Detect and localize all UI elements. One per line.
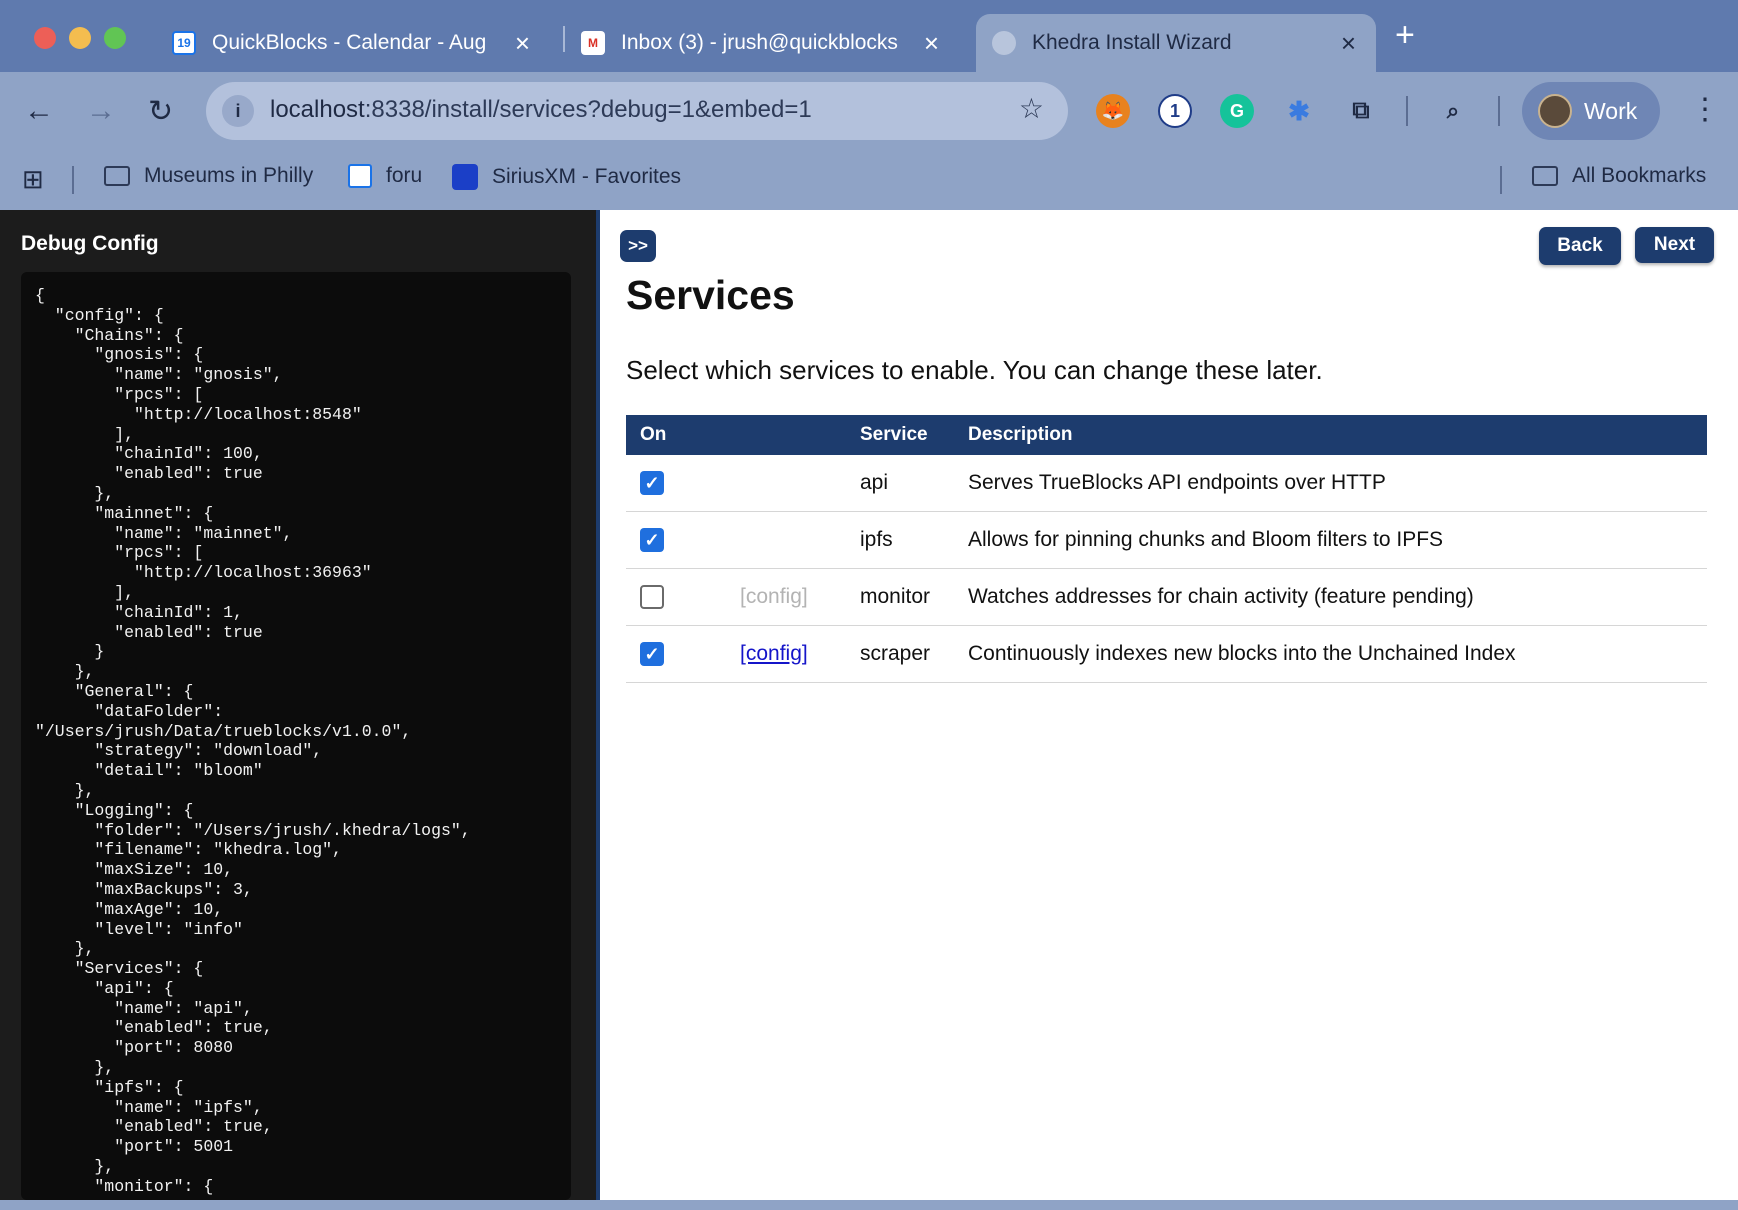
enable-checkbox-ipfs[interactable]: ✓ — [640, 528, 664, 553]
url-path: :8338/install/services?debug=1&embed=1 — [364, 96, 812, 123]
metamask-icon[interactable]: 🦊 — [1096, 94, 1130, 128]
browser-tab-gmail[interactable]: M Inbox (3) - jrush@quickblocks × — [581, 14, 959, 72]
tab-title: Inbox (3) - jrush@quickblocks — [621, 31, 898, 54]
debug-config-json: { "config": { "Chains": { "gnosis": { "n… — [35, 286, 471, 1196]
password-manager-icon[interactable]: 1 — [1158, 94, 1192, 128]
sparkle-extension-icon[interactable]: ✱ — [1282, 94, 1316, 128]
minimize-window-button[interactable] — [69, 27, 91, 49]
bookmark-label: foru — [386, 164, 423, 187]
new-tab-icon[interactable]: + — [1395, 16, 1415, 55]
enable-checkbox-scraper[interactable]: ✓ — [640, 642, 664, 667]
browser-tab-calendar[interactable]: 19 QuickBlocks - Calendar - Aug × — [172, 14, 550, 72]
url-host: localhost — [270, 96, 365, 123]
grammarly-icon[interactable]: G — [1220, 94, 1254, 128]
profile-button[interactable]: Work — [1522, 82, 1660, 140]
bookmark-star-icon[interactable]: ☆ — [1019, 92, 1044, 125]
globe-icon — [992, 31, 1016, 55]
forward-arrow-icon[interactable]: → — [86, 94, 116, 128]
tab-separator — [563, 26, 565, 52]
table-row: ✓ [config] scraper Continuously indexes … — [626, 625, 1707, 683]
table-row: [config] monitor Watches addresses for c… — [626, 568, 1707, 626]
toggle-debug-button[interactable]: >> — [620, 230, 656, 262]
calendar-icon: 19 — [172, 31, 196, 55]
table-header-row: On Service Description — [626, 415, 1707, 455]
service-description: Continuously indexes new blocks into the… — [968, 625, 1707, 683]
bookmark-label: SiriusXM - Favorites — [492, 165, 682, 188]
bookmark-separator — [72, 166, 74, 194]
service-description: Allows for pinning chunks and Bloom filt… — [968, 511, 1707, 569]
folder-icon — [104, 166, 130, 186]
service-description: Serves TrueBlocks API endpoints over HTT… — [968, 455, 1707, 512]
browser-tab-khedra[interactable]: Khedra Install Wizard × — [976, 14, 1376, 72]
page-title: Services — [626, 272, 795, 318]
debug-panel-title: Debug Config — [21, 232, 159, 255]
table-row: ✓ ipfs Allows for pinning chunks and Blo… — [626, 511, 1707, 569]
bookmarks-bar: ⊞ Museums in Philly foru SiriusXM - Favo… — [0, 154, 1738, 210]
close-tab-icon[interactable]: × — [1341, 30, 1356, 56]
folder-icon — [1532, 166, 1558, 186]
table-row: ✓ api Serves TrueBlocks API endpoints ov… — [626, 455, 1707, 512]
service-name: ipfs — [860, 511, 968, 569]
close-tab-icon[interactable]: × — [924, 30, 939, 56]
next-button[interactable]: Next — [1635, 227, 1714, 263]
header-config — [740, 415, 860, 455]
browser-toolbar: ← → ↻ i localhost:8338/install/services?… — [0, 72, 1738, 154]
services-table: On Service Description ✓ api Serves True… — [626, 415, 1707, 683]
address-bar[interactable]: i localhost:8338/install/services?debug=… — [206, 82, 1068, 140]
back-arrow-icon[interactable]: ← — [24, 94, 54, 128]
browser-menu-icon[interactable]: ⋮ — [1690, 92, 1720, 127]
close-tab-icon[interactable]: × — [515, 30, 530, 56]
all-bookmarks-label: All Bookmarks — [1572, 164, 1707, 187]
header-on: On — [626, 415, 740, 455]
enable-checkbox-monitor[interactable] — [640, 585, 664, 610]
bookmark-museums[interactable]: Museums in Philly — [104, 164, 313, 188]
debug-config-viewer[interactable]: { "config": { "Chains": { "gnosis": { "n… — [21, 272, 571, 1200]
page-subtitle: Select which services to enable. You can… — [626, 355, 1323, 385]
service-name: api — [860, 455, 968, 512]
all-bookmarks-button[interactable]: All Bookmarks — [1532, 164, 1706, 188]
header-service: Service — [860, 415, 968, 455]
profile-label: Work — [1584, 98, 1638, 124]
header-description: Description — [968, 415, 1707, 455]
config-link-scraper[interactable]: [config] — [740, 642, 808, 665]
service-name: monitor — [860, 568, 968, 626]
gmail-icon: M — [581, 31, 605, 55]
reload-icon[interactable]: ↻ — [148, 94, 173, 129]
extensions-puzzle-icon[interactable]: ⧉ — [1344, 94, 1378, 128]
calendar-icon — [348, 164, 372, 188]
bookmark-foru[interactable]: foru — [348, 164, 422, 188]
avatar — [1538, 94, 1572, 128]
config-link-disabled: [config] — [740, 585, 808, 608]
siriusxm-icon — [452, 164, 478, 190]
tab-title: Khedra Install Wizard — [1032, 31, 1232, 54]
service-name: scraper — [860, 625, 968, 683]
debug-panel: Debug Config { "config": { "Chains": { "… — [0, 210, 596, 1200]
site-info-icon[interactable]: i — [222, 95, 254, 127]
maximize-window-button[interactable] — [104, 27, 126, 49]
bookmark-separator — [1500, 166, 1502, 194]
toolbar-separator — [1498, 96, 1500, 126]
bookmark-siriusxm[interactable]: SiriusXM - Favorites — [452, 164, 681, 190]
close-window-button[interactable] — [34, 27, 56, 49]
enable-checkbox-api[interactable]: ✓ — [640, 471, 664, 496]
apps-grid-icon[interactable]: ⊞ — [22, 164, 44, 195]
toolbar-separator — [1406, 96, 1408, 126]
page-content: Debug Config { "config": { "Chains": { "… — [0, 210, 1738, 1210]
back-button[interactable]: Back — [1539, 227, 1621, 265]
service-description: Watches addresses for chain activity (fe… — [968, 568, 1707, 626]
browser-tab-strip: 19 QuickBlocks - Calendar - Aug × M Inbo… — [0, 0, 1738, 72]
bookmark-label: Museums in Philly — [144, 164, 314, 187]
wizard-panel: >> Back Next Services Select which servi… — [600, 210, 1738, 1200]
tab-search-icon[interactable]: ⌕ — [1436, 94, 1470, 128]
tab-title: QuickBlocks - Calendar - Aug — [212, 31, 487, 54]
url-text[interactable]: localhost:8338/install/services?debug=1&… — [270, 96, 812, 124]
